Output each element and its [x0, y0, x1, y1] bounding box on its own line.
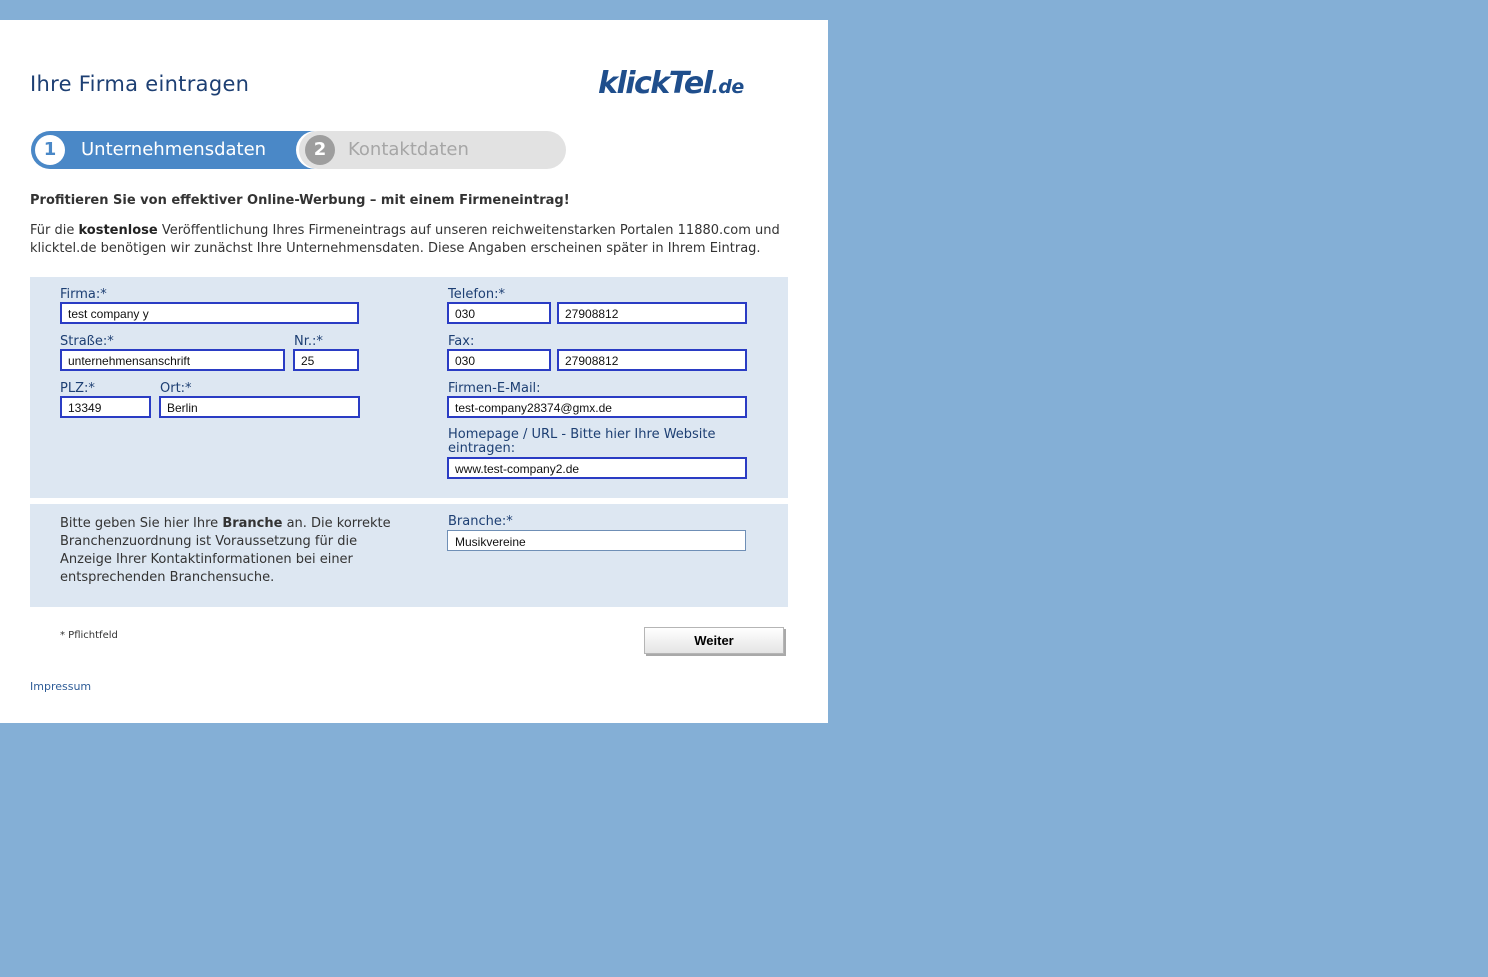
email-label: Firmen-E-Mail:: [448, 381, 541, 396]
branche-box: Bitte geben Sie hier Ihre Branche an. Di…: [30, 504, 788, 607]
strasse-input[interactable]: unternehmensanschrift: [60, 349, 285, 371]
homepage-input[interactable]: www.test-company2.de: [447, 457, 747, 479]
intro-headline: Profitieren Sie von effektiver Online-We…: [30, 193, 570, 208]
step-2-number: 2: [305, 135, 335, 165]
plz-label: PLZ:*: [60, 381, 95, 396]
klicktel-logo[interactable]: klickTel.de: [598, 66, 744, 101]
step-2-label: Kontaktdaten: [348, 139, 469, 160]
nr-label: Nr.:*: [294, 334, 323, 349]
nr-input[interactable]: 25: [293, 349, 359, 371]
step-1-number: 1: [35, 135, 65, 165]
firma-label: Firma:*: [60, 287, 107, 302]
required-field-note: * Pflichtfeld: [60, 630, 118, 641]
telefon-prefix-input[interactable]: 030: [447, 302, 551, 324]
branche-input[interactable]: Musikvereine: [447, 530, 746, 551]
plz-input[interactable]: 13349: [60, 396, 151, 418]
ort-label: Ort:*: [160, 381, 192, 396]
telefon-label: Telefon:*: [448, 287, 505, 302]
strasse-label: Straße:*: [60, 334, 114, 349]
branche-label: Branche:*: [448, 514, 513, 529]
step-progress-bar: 1 Unternehmensdaten 2 Kontaktdaten: [31, 131, 566, 169]
intro-text: Für die kostenlose Veröffentlichung Ihre…: [30, 223, 780, 256]
weiter-button[interactable]: Weiter: [644, 627, 784, 654]
ort-input[interactable]: Berlin: [159, 396, 360, 418]
impressum-link[interactable]: Impressum: [30, 680, 91, 693]
branche-description: Bitte geben Sie hier Ihre Branche an. Di…: [60, 516, 391, 585]
fax-number-input[interactable]: 27908812: [557, 349, 747, 371]
firma-input[interactable]: test company y: [60, 302, 359, 324]
page-title: Ihre Firma eintragen: [30, 72, 250, 96]
main-panel: Ihre Firma eintragen klickTel.de 1 Unter…: [0, 20, 828, 723]
email-input[interactable]: test-company28374@gmx.de: [447, 396, 747, 418]
company-data-box: Firma:* test company y Straße:* unterneh…: [30, 277, 788, 498]
fax-prefix-input[interactable]: 030: [447, 349, 551, 371]
telefon-number-input[interactable]: 27908812: [557, 302, 747, 324]
fax-label: Fax:: [448, 334, 475, 349]
homepage-label: Homepage / URL - Bitte hier Ihre Website…: [448, 427, 716, 456]
step-1-label: Unternehmensdaten: [81, 139, 267, 160]
